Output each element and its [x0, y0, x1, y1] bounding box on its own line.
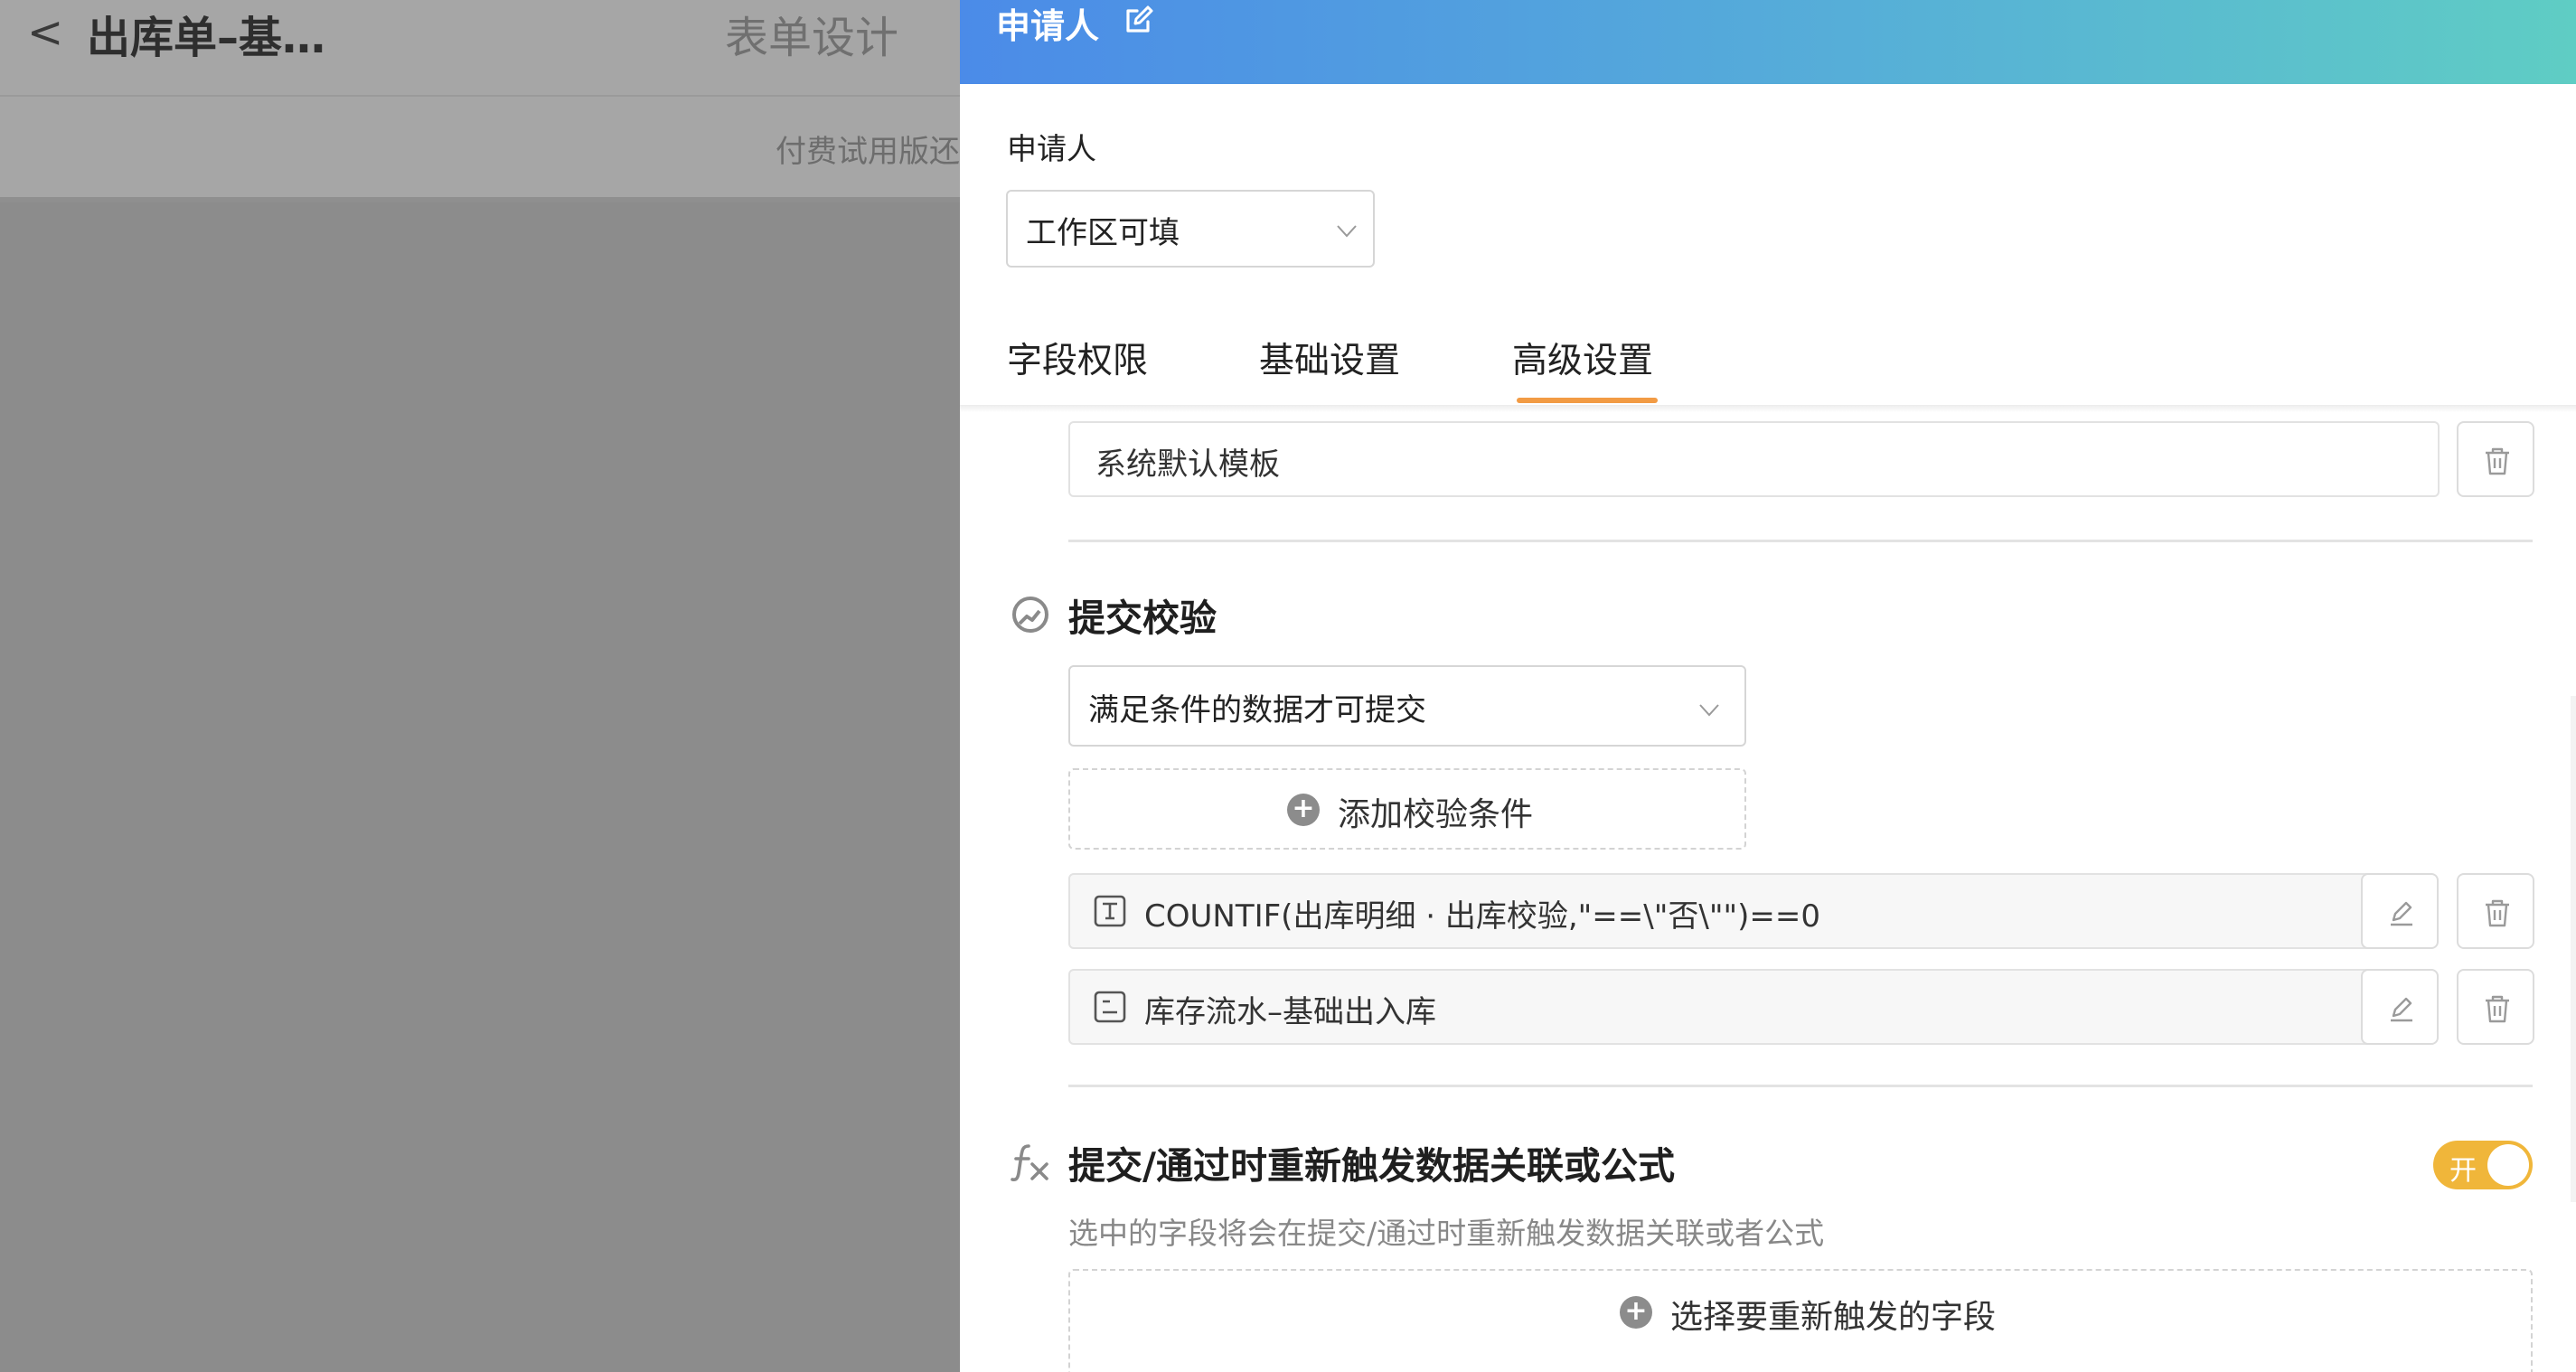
background-shadow	[0, 197, 960, 202]
pencil-icon	[2391, 997, 2412, 1022]
background-topbar: < 出库单–基… 表单设计	[0, 0, 960, 95]
condition-text: COUNTIF(出库明细 · 出库校验,"==\"否\"")==0	[1144, 898, 1820, 935]
tab-advanced-settings[interactable]: 高级设置	[1512, 333, 1653, 383]
tabs-divider	[960, 405, 2576, 412]
submit-check-select[interactable]: 满足条件的数据才可提交	[1068, 665, 1746, 747]
settings-tabs: 字段权限 基础设置 高级设置	[960, 307, 2576, 407]
submit-check-icon	[1012, 597, 1048, 633]
drawer-header: 申请人	[960, 0, 2576, 84]
field-settings-drawer: 申请人 申请人 工作区可填 字段权限 基础设置 高级设置 系统默认模板 提交校验…	[960, 0, 2576, 1372]
delete-condition-button[interactable]	[2457, 969, 2534, 1045]
template-field-value: 系统默认模板	[1095, 446, 1280, 483]
submit-check-title: 提交校验	[1068, 597, 1217, 640]
function-icon	[1011, 1144, 1048, 1182]
edit-condition-button[interactable]	[2361, 969, 2439, 1045]
permission-select[interactable]: 工作区可填	[1006, 190, 1375, 268]
list-icon	[1094, 991, 1126, 1023]
retrigger-description: 选中的字段将会在提交/通过时重新触发数据关联或者公式	[1068, 1216, 1825, 1251]
section-divider	[1068, 1085, 2533, 1087]
chevron-down-icon	[1699, 704, 1719, 717]
condition-text: 库存流水–基础出入库	[1144, 994, 1436, 1030]
retrigger-title: 提交/通过时重新触发数据关联或公式	[1068, 1144, 1675, 1188]
form-title: 出库单–基…	[87, 13, 326, 63]
trash-icon	[2486, 899, 2509, 927]
back-arrow-icon[interactable]: <	[27, 7, 63, 58]
condition-row[interactable]: 库存流水–基础出入库	[1068, 969, 2401, 1045]
tab-basic-settings[interactable]: 基础设置	[1259, 333, 1400, 383]
add-check-condition-button[interactable]: + 添加校验条件	[1068, 768, 1746, 850]
section-divider	[1068, 540, 2533, 542]
tab-form-design[interactable]: 表单设计	[725, 2, 898, 65]
delete-condition-button[interactable]	[2457, 873, 2534, 949]
trial-notice: 付费试用版还	[776, 134, 960, 170]
tab-field-permission[interactable]: 字段权限	[1007, 333, 1148, 383]
toggle-label: 开	[2449, 1155, 2477, 1187]
scrollbar[interactable]	[2571, 696, 2576, 1202]
permission-select-value: 工作区可填	[1026, 215, 1180, 251]
toggle-knob	[2487, 1144, 2529, 1186]
select-retrigger-fields-label: 选择要重新触发的字段	[1670, 1299, 1997, 1336]
submit-check-select-value: 满足条件的数据才可提交	[1088, 692, 1426, 728]
add-check-condition-label: 添加校验条件	[1338, 796, 1534, 833]
delete-template-button[interactable]	[2457, 421, 2534, 497]
template-field[interactable]: 系统默认模板	[1068, 421, 2440, 497]
formula-icon	[1094, 895, 1126, 927]
select-retrigger-fields-button[interactable]: + 选择要重新触发的字段	[1068, 1269, 2533, 1372]
plus-circle-icon: +	[1287, 794, 1320, 826]
edit-icon[interactable]	[1121, 2, 1157, 38]
condition-row[interactable]: COUNTIF(出库明细 · 出库校验,"==\"否\"")==0	[1068, 873, 2401, 949]
background-divider	[0, 95, 960, 97]
trash-icon	[2486, 995, 2509, 1023]
pencil-icon	[2391, 901, 2412, 926]
retrigger-toggle[interactable]: 开	[2433, 1141, 2533, 1189]
applicant-label: 申请人	[1007, 131, 1096, 166]
edit-condition-button[interactable]	[2361, 873, 2439, 949]
plus-circle-icon: +	[1620, 1296, 1652, 1329]
trash-icon	[2486, 447, 2509, 475]
chevron-down-icon	[1337, 225, 1357, 238]
active-tab-indicator	[1517, 398, 1658, 403]
drawer-title: 申请人	[996, 6, 1100, 46]
